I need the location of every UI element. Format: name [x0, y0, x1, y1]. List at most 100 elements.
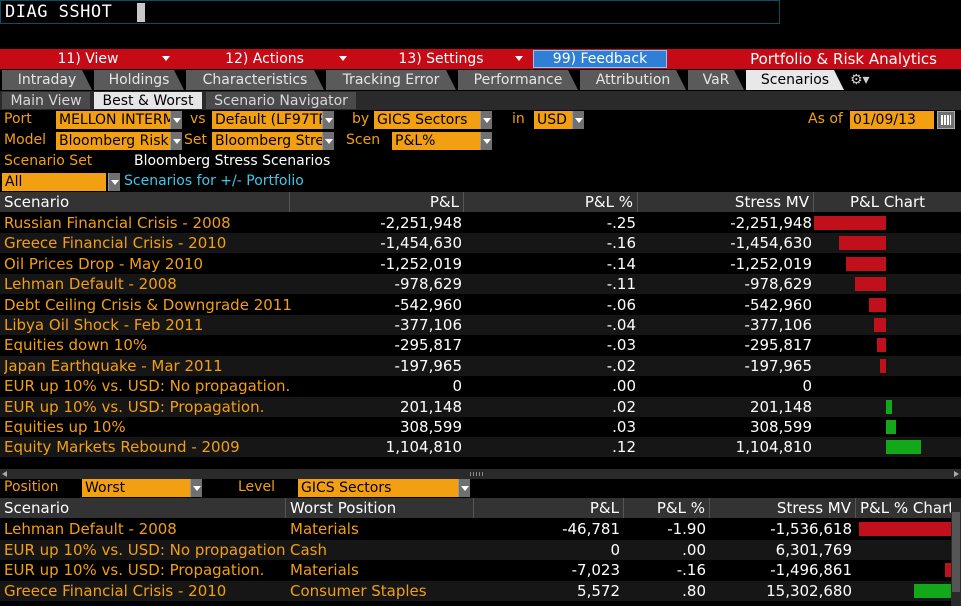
- grouping-dropdown-icon[interactable]: [480, 111, 492, 129]
- cell-worst-position: Materials: [290, 561, 359, 579]
- gear-icon[interactable]: ⚙▾: [850, 72, 870, 88]
- view-menu-label: 11) View: [57, 51, 119, 67]
- col-worst-position[interactable]: Worst Position: [286, 498, 474, 518]
- col-scenario[interactable]: Scenario: [0, 192, 290, 212]
- view-menu[interactable]: 11) View: [0, 49, 176, 69]
- model-label: Model: [4, 132, 47, 148]
- tab-performance[interactable]: Performance: [458, 70, 578, 90]
- col-pnl-pct[interactable]: P&L %: [464, 192, 638, 212]
- currency-dropdown-icon[interactable]: [572, 111, 584, 129]
- horizontal-scrollbar[interactable]: [0, 469, 961, 479]
- col-stress-mv[interactable]: Stress MV: [638, 192, 814, 212]
- col-pnl-chart[interactable]: P&L Chart: [814, 192, 961, 212]
- table-row[interactable]: Equities down 10% -295,817 -.03 -295,817: [0, 335, 961, 355]
- scen-label: Scen: [346, 132, 381, 148]
- tab-holdings[interactable]: Holdings: [94, 70, 184, 90]
- scenario-set-field[interactable]: Bloomberg Stres: [212, 132, 322, 150]
- chevron-down-icon: [515, 56, 523, 61]
- actions-menu[interactable]: 12) Actions: [176, 49, 353, 69]
- as-of-label: As of: [808, 111, 843, 127]
- tab-label: Tracking Error: [342, 72, 440, 88]
- scen-measure-dropdown-icon[interactable]: [480, 132, 492, 150]
- calendar-icon[interactable]: [937, 111, 955, 129]
- table-row[interactable]: Libya Oil Shock - Feb 2011 -377,106 -.04 -3…: [0, 315, 961, 335]
- cell-stress-mv: -1,496,861: [770, 561, 852, 579]
- subtab-main-view[interactable]: Main View: [2, 92, 90, 109]
- cell-pnl: 0: [610, 540, 620, 559]
- table-row[interactable]: Equity Markets Rebound - 2009 1,104,810 .1…: [0, 437, 961, 458]
- scroll-right-icon[interactable]: [954, 471, 959, 477]
- text-cursor: [137, 3, 145, 22]
- command-line[interactable]: DIAG SSHOT: [0, 0, 780, 24]
- tab-label: Performance: [473, 72, 563, 88]
- feedback-button[interactable]: 99) Feedback: [533, 50, 667, 68]
- cell-pnl-pct: .03: [612, 418, 636, 436]
- cell-scenario: Oil Prices Drop - May 2010: [4, 254, 204, 273]
- table-row[interactable]: Russian Financial Crisis - 2008 -2,251,94…: [0, 213, 961, 233]
- scroll-thumb[interactable]: [952, 512, 960, 592]
- cell-pnl: 201,148: [399, 397, 462, 416]
- table-row[interactable]: EUR up 10% vs. USD: No propagation. 0 .00 0: [0, 376, 961, 396]
- col-pnl-pct-chart[interactable]: P&L % Chart: [856, 498, 951, 518]
- cell-stress-mv: -197,965: [744, 356, 812, 375]
- tab-intraday[interactable]: Intraday: [2, 70, 92, 90]
- model-dropdown-icon[interactable]: [170, 132, 182, 150]
- cell-scenario: EUR up 10% vs. USD: Propagation.: [4, 561, 265, 579]
- col-stress-mv[interactable]: Stress MV: [710, 498, 856, 518]
- scenario-filter-dropdown-icon[interactable]: [108, 173, 120, 191]
- level-dropdown-icon[interactable]: [458, 479, 470, 497]
- cell-pnl: 0: [452, 377, 462, 396]
- port-dropdown-icon[interactable]: [170, 111, 182, 129]
- table-row[interactable]: EUR up 10% vs. USD: Propagation. 201,148.…: [0, 396, 961, 417]
- table-row[interactable]: Lehman Default - 2008 -978,629 -.11 -978,62…: [0, 274, 961, 295]
- table-row[interactable]: Greece Financial Crisis - 2010 Consumer S…: [0, 580, 961, 601]
- tab-characteristics[interactable]: Characteristics: [186, 70, 324, 90]
- col-pnl-pct[interactable]: P&L %: [624, 498, 710, 518]
- sub-tabs: Main View Best & Worst Scenario Navigato…: [0, 91, 961, 110]
- tab-attribution[interactable]: Attribution: [580, 70, 686, 90]
- settings-menu[interactable]: 13) Settings: [353, 49, 529, 69]
- benchmark-dropdown-icon[interactable]: [322, 111, 334, 129]
- level-field[interactable]: GICS Sectors: [298, 479, 458, 497]
- table-row[interactable]: Equities up 10% 308,599 .03 308,599: [0, 417, 961, 437]
- col-scenario[interactable]: Scenario: [0, 498, 286, 518]
- cell-worst-position: Materials: [290, 520, 359, 538]
- cell-pnl: -197,965: [394, 356, 462, 375]
- cell-scenario: Equity Markets Rebound - 2009: [4, 438, 240, 457]
- cell-scenario: Lehman Default - 2008: [4, 520, 177, 538]
- currency-field[interactable]: USD: [534, 111, 572, 129]
- position-field[interactable]: Worst: [82, 479, 190, 497]
- table-row[interactable]: EUR up 10% vs. USD: Propagation. Material…: [0, 560, 961, 580]
- cell-pnl-pct: .02: [612, 397, 636, 416]
- col-pnl[interactable]: P&L: [474, 498, 624, 518]
- table-row[interactable]: EUR up 10% vs. USD: No propagation. Cash 0…: [0, 539, 961, 560]
- scen-measure-field[interactable]: P&L%: [392, 132, 480, 150]
- cell-pnl: 308,599: [399, 418, 462, 436]
- table-row[interactable]: Japan Earthquake - Mar 2011 -197,965 -.02 -…: [0, 355, 961, 376]
- col-pnl[interactable]: P&L: [290, 192, 464, 212]
- table-row[interactable]: Oil Prices Drop - May 2010 -1,252,019 -.14…: [0, 254, 961, 274]
- table-row[interactable]: Debt Ceiling Crisis & Downgrade 2011 -542…: [0, 295, 961, 315]
- as-of-date-field[interactable]: 01/09/13: [850, 111, 934, 129]
- tab-var[interactable]: VaR: [688, 70, 744, 90]
- scenarios-portfolio-link[interactable]: Scenarios for +/- Portfolio: [124, 173, 304, 189]
- subtab-scenario-navigator[interactable]: Scenario Navigator: [206, 92, 356, 109]
- table-row[interactable]: Greece Financial Crisis - 2010 -1,454,630…: [0, 233, 961, 254]
- subtab-label: Scenario Navigator: [214, 92, 348, 109]
- subtab-best-worst[interactable]: Best & Worst: [94, 92, 202, 109]
- cell-scenario: EUR up 10% vs. USD: Propagation.: [4, 397, 265, 416]
- scroll-grip[interactable]: [470, 472, 484, 476]
- scenario-filter-field[interactable]: All: [2, 173, 106, 191]
- port-field[interactable]: MELLON INTERME: [56, 111, 170, 129]
- benchmark-field[interactable]: Default (LF97TR: [212, 111, 322, 129]
- model-field[interactable]: Bloomberg Risk: [56, 132, 170, 150]
- vertical-scrollbar[interactable]: [951, 498, 961, 606]
- cell-stress-mv: -2,251,948: [730, 214, 812, 232]
- grouping-field[interactable]: GICS Sectors: [374, 111, 480, 129]
- scenario-set-dropdown-icon[interactable]: [322, 132, 334, 150]
- tab-tracking-error[interactable]: Tracking Error: [326, 70, 456, 90]
- tab-scenarios[interactable]: Scenarios: [746, 70, 844, 90]
- scroll-left-icon[interactable]: [2, 471, 7, 477]
- table-row[interactable]: Lehman Default - 2008 Materials -46,781 -1.…: [0, 519, 961, 539]
- position-dropdown-icon[interactable]: [190, 479, 202, 497]
